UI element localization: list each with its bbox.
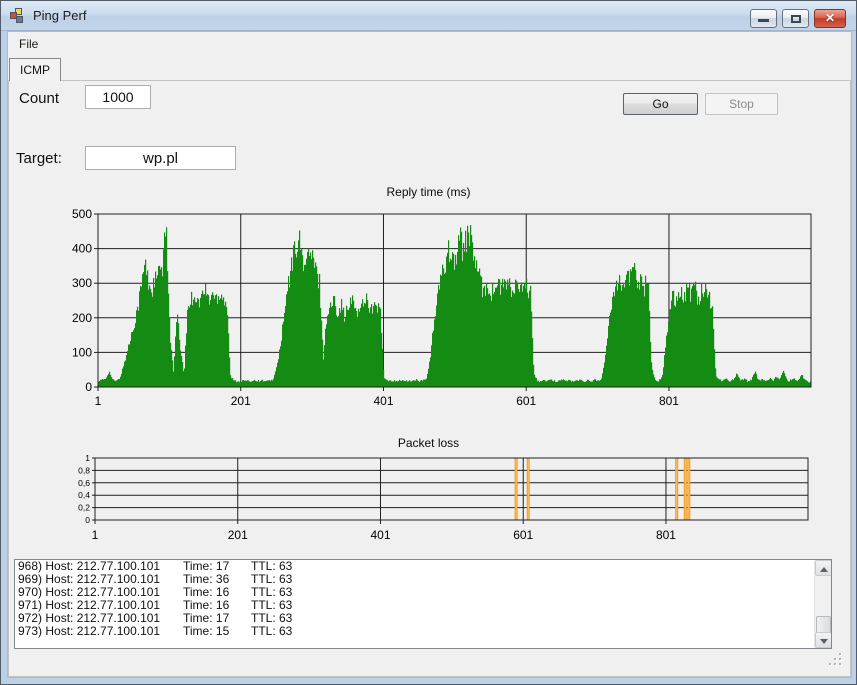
menu-item-file[interactable]: File	[8, 32, 49, 56]
svg-text:300: 300	[72, 276, 92, 290]
menu-bar: File	[8, 32, 851, 57]
app-icon	[10, 8, 26, 24]
reply-time-chart: 0 100 200 300 400 500 1 201 401 601 801	[72, 207, 812, 408]
scroll-up-button[interactable]	[815, 560, 831, 576]
log-scrollbar[interactable]	[814, 560, 831, 648]
stop-button[interactable]: Stop	[705, 93, 778, 115]
svg-text:200: 200	[72, 311, 92, 325]
svg-text:0,4: 0,4	[78, 490, 90, 500]
target-label: Target:	[16, 150, 62, 167]
svg-text:201: 201	[231, 394, 251, 408]
log-cell: 973) Host: 212.77.100.101	[18, 624, 161, 638]
log-row[interactable]: 973) Host: 212.77.100.101 Time: 15 TTL: 63	[15, 625, 831, 638]
svg-text:801: 801	[656, 528, 676, 542]
svg-text:401: 401	[373, 394, 393, 408]
svg-text:0: 0	[85, 380, 92, 394]
close-icon: ✕	[824, 11, 836, 25]
minimize-icon	[758, 19, 769, 22]
scroll-down-button[interactable]	[815, 632, 831, 648]
close-button[interactable]: ✕	[814, 9, 846, 28]
scroll-down-icon	[820, 639, 828, 644]
tab-icmp[interactable]: ICMP	[9, 58, 61, 81]
svg-text:0,2: 0,2	[78, 503, 90, 513]
svg-text:601: 601	[516, 394, 536, 408]
minimize-button[interactable]	[750, 9, 777, 28]
maximize-button[interactable]	[782, 9, 809, 28]
scroll-up-icon	[820, 567, 828, 572]
svg-text:0: 0	[85, 515, 90, 525]
svg-text:0,8: 0,8	[78, 465, 90, 475]
svg-text:1: 1	[95, 394, 102, 408]
svg-text:1: 1	[92, 528, 99, 542]
loss-chart-title: Packet loss	[397, 436, 460, 450]
count-label: Count	[19, 90, 60, 107]
window-title: Ping Perf	[33, 8, 87, 23]
reply-chart-title: Reply time (ms)	[386, 185, 471, 199]
log-cell: Time: 15	[183, 624, 230, 638]
app-window: Ping Perf ✕ File ICMP Count Go Stop Targ…	[0, 0, 857, 685]
resize-grip[interactable]	[829, 653, 843, 667]
svg-text:201: 201	[228, 528, 248, 542]
svg-text:801: 801	[659, 394, 679, 408]
go-button[interactable]: Go	[623, 93, 698, 115]
svg-text:601: 601	[513, 528, 533, 542]
svg-text:500: 500	[72, 207, 92, 221]
svg-text:100: 100	[72, 345, 92, 359]
ping-log-list[interactable]: 968) Host: 212.77.100.101 Time: 17 TTL: 63…	[14, 559, 832, 649]
count-input[interactable]	[85, 85, 151, 109]
svg-text:401: 401	[370, 528, 390, 542]
svg-text:1: 1	[85, 453, 90, 463]
target-input[interactable]	[85, 146, 236, 170]
log-cell: TTL: 63	[251, 624, 293, 638]
maximize-icon	[791, 15, 801, 23]
svg-text:0,6: 0,6	[78, 478, 90, 488]
titlebar[interactable]: Ping Perf ✕	[1, 1, 856, 31]
svg-text:400: 400	[72, 242, 92, 256]
packet-loss-chart: 10,80,60,40,201 201 401 601 801	[78, 453, 809, 542]
log-rows: 968) Host: 212.77.100.101 Time: 17 TTL: 63…	[15, 560, 831, 638]
